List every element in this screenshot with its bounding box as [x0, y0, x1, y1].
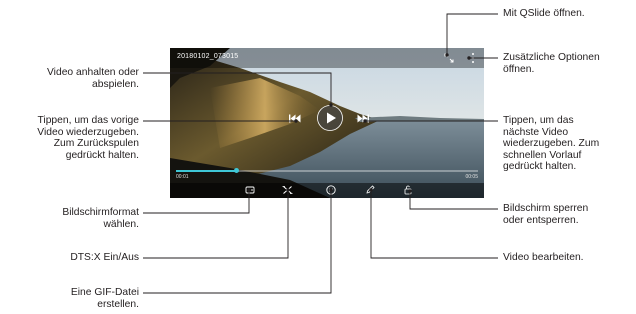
video-player-screen: 20180102_073015 00:01 00:05 — [170, 48, 484, 198]
pencil-icon[interactable] — [365, 185, 375, 195]
skip-previous-icon[interactable] — [289, 114, 301, 123]
callout-dtsx: DTS:X Ein/Aus — [70, 252, 139, 263]
callout-gif: Eine GIF-Datei erstellen. — [70, 287, 139, 310]
screen-ratio-icon[interactable] — [245, 185, 255, 195]
callout-next-video: Tippen, um das nächste Video wiederzugeb… — [503, 115, 600, 173]
skip-next-icon[interactable] — [357, 114, 369, 123]
file-name: 20180102_073015 — [177, 53, 239, 60]
callout-edit: Video bearbeiten. — [503, 252, 584, 263]
qslide-icon[interactable] — [444, 53, 454, 63]
callout-pause-play: Video anhalten oder abspielen. — [47, 67, 139, 90]
play-icon[interactable] — [317, 105, 343, 131]
callout-lock: Bildschirm sperren oder entsperren. — [503, 203, 589, 226]
progress-bar[interactable] — [176, 168, 478, 173]
callout-qslide: Mit QSlide öffnen. — [503, 8, 585, 19]
gif-icon[interactable] — [326, 185, 336, 195]
time-total: 00:05 — [465, 174, 478, 180]
progress-thumb[interactable] — [233, 168, 239, 173]
progress-fill — [176, 170, 237, 172]
dtsx-icon[interactable] — [282, 185, 293, 195]
callout-screen-ratio: Bildschirmformat wählen. — [62, 207, 139, 230]
callout-more-options: Zusätzliche Optionen öffnen. — [503, 52, 600, 75]
lock-icon[interactable] — [403, 184, 413, 195]
callout-previous-video: Tippen, um das vorige Video wiederzugebe… — [37, 115, 139, 161]
time-elapsed: 00:01 — [176, 174, 189, 180]
more-options-icon[interactable] — [470, 52, 476, 64]
